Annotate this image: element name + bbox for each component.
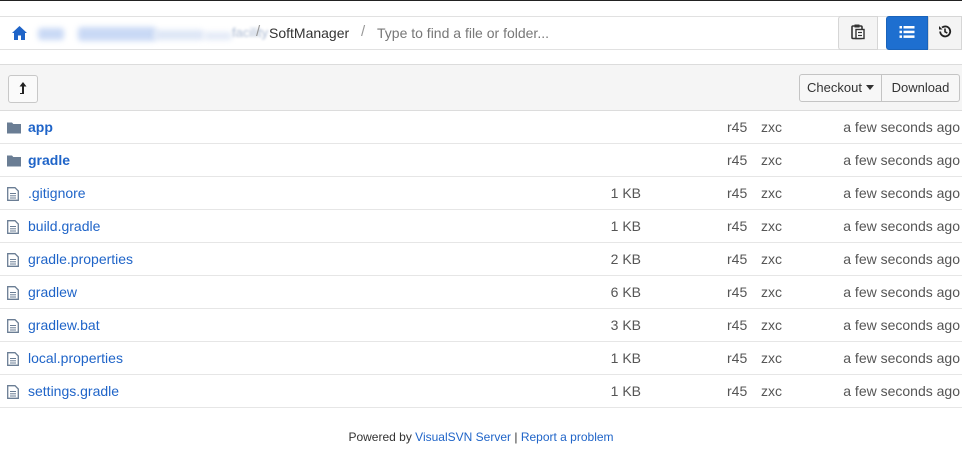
file-date: a few seconds ago — [843, 251, 960, 267]
file-name-link[interactable]: build.gradle — [28, 218, 100, 234]
checkout-label: Checkout — [807, 80, 862, 95]
file-revision: r45 — [727, 284, 748, 300]
footer-divider: | — [514, 430, 518, 444]
file-list: app r45 zxc a few seconds ago gradle r45… — [0, 111, 962, 408]
file-icon — [7, 253, 21, 267]
file-name-link[interactable]: gradlew.bat — [28, 317, 100, 333]
file-revision: r45 — [727, 350, 748, 366]
home-icon[interactable] — [11, 25, 28, 41]
file-date: a few seconds ago — [843, 317, 960, 333]
file-author: zxc — [761, 284, 782, 300]
file-date: a few seconds ago — [843, 119, 960, 135]
footer: Powered by VisualSVN Server | Report a p… — [0, 430, 962, 444]
download-label: Download — [891, 80, 950, 95]
file-revision: r45 — [727, 185, 748, 201]
file-revision: r45 — [727, 218, 748, 234]
table-row[interactable]: gradle.properties 2 KB r45 zxc a few sec… — [0, 243, 962, 276]
file-name-link[interactable]: .gitignore — [28, 185, 86, 201]
breadcrumb-blurred-text: facility — [232, 25, 269, 40]
folder-icon — [7, 121, 21, 135]
file-date: a few seconds ago — [843, 152, 960, 168]
go-up-button[interactable] — [8, 75, 38, 103]
breadcrumb-current: SoftManager — [269, 25, 350, 41]
file-date: a few seconds ago — [843, 350, 960, 366]
clipboard-icon — [851, 24, 865, 43]
file-revision: r45 — [727, 119, 748, 135]
path-bar: facility / SoftManager / — [0, 16, 962, 50]
file-author: zxc — [761, 383, 782, 399]
file-author: zxc — [761, 119, 782, 135]
history-icon — [938, 25, 952, 42]
file-size: 6 KB — [610, 284, 641, 300]
table-row[interactable]: gradlew.bat 3 KB r45 zxc a few seconds a… — [0, 309, 962, 342]
file-icon — [7, 286, 21, 300]
file-icon — [7, 187, 21, 201]
file-size: 1 KB — [610, 185, 641, 201]
file-name-link[interactable]: local.properties — [28, 350, 123, 366]
table-row[interactable]: gradle r45 zxc a few seconds ago — [0, 144, 962, 177]
file-author: zxc — [761, 350, 782, 366]
breadcrumb-blurred: facility — [32, 25, 268, 42]
file-author: zxc — [761, 185, 782, 201]
file-date: a few seconds ago — [843, 218, 960, 234]
file-size: 1 KB — [610, 350, 641, 366]
table-row[interactable]: local.properties 1 KB r45 zxc a few seco… — [0, 342, 962, 375]
table-row[interactable]: gradlew 6 KB r45 zxc a few seconds ago — [0, 276, 962, 309]
table-row[interactable]: settings.gradle 1 KB r45 zxc a few secon… — [0, 375, 962, 408]
file-icon — [7, 385, 21, 399]
file-author: zxc — [761, 317, 782, 333]
caret-down-icon — [865, 85, 874, 91]
search-input[interactable] — [377, 21, 817, 45]
checkout-button[interactable]: Checkout — [799, 74, 882, 102]
file-date: a few seconds ago — [843, 383, 960, 399]
toolbar: Checkout Download — [0, 64, 962, 111]
file-name-link[interactable]: settings.gradle — [28, 383, 119, 399]
report-problem-link[interactable]: Report a problem — [521, 430, 614, 444]
file-date: a few seconds ago — [843, 185, 960, 201]
file-name-link[interactable]: gradle.properties — [28, 251, 133, 267]
file-revision: r45 — [727, 383, 748, 399]
breadcrumb-separator: / — [361, 23, 366, 40]
arrow-up-icon — [19, 81, 27, 97]
file-author: zxc — [761, 218, 782, 234]
file-icon — [7, 220, 21, 234]
file-author: zxc — [761, 251, 782, 267]
breadcrumb-separator: / — [256, 23, 261, 40]
file-name-link[interactable]: app — [28, 119, 53, 135]
download-button[interactable]: Download — [882, 74, 960, 102]
file-author: zxc — [761, 152, 782, 168]
list-icon — [899, 25, 915, 41]
folder-icon — [7, 154, 21, 168]
file-icon — [7, 352, 21, 366]
file-icon — [7, 319, 21, 333]
file-revision: r45 — [727, 251, 748, 267]
file-date: a few seconds ago — [843, 284, 960, 300]
window-top-border — [0, 0, 962, 1]
table-row[interactable]: .gitignore 1 KB r45 zxc a few seconds ag… — [0, 177, 962, 210]
table-row[interactable]: build.gradle 1 KB r45 zxc a few seconds … — [0, 210, 962, 243]
visualsvn-server-link[interactable]: VisualSVN Server — [415, 430, 511, 444]
copy-path-button[interactable] — [838, 16, 878, 50]
file-revision: r45 — [727, 152, 748, 168]
table-row[interactable]: app r45 zxc a few seconds ago — [0, 111, 962, 144]
file-name-link[interactable]: gradlew — [28, 284, 77, 300]
history-button[interactable] — [928, 16, 962, 50]
file-size: 1 KB — [610, 218, 641, 234]
file-name-link[interactable]: gradle — [28, 152, 70, 168]
file-revision: r45 — [727, 317, 748, 333]
file-size: 2 KB — [610, 251, 641, 267]
file-size: 1 KB — [610, 383, 641, 399]
file-size: 3 KB — [610, 317, 641, 333]
powered-by-text: Powered by — [348, 430, 412, 444]
list-view-button[interactable] — [886, 16, 928, 50]
